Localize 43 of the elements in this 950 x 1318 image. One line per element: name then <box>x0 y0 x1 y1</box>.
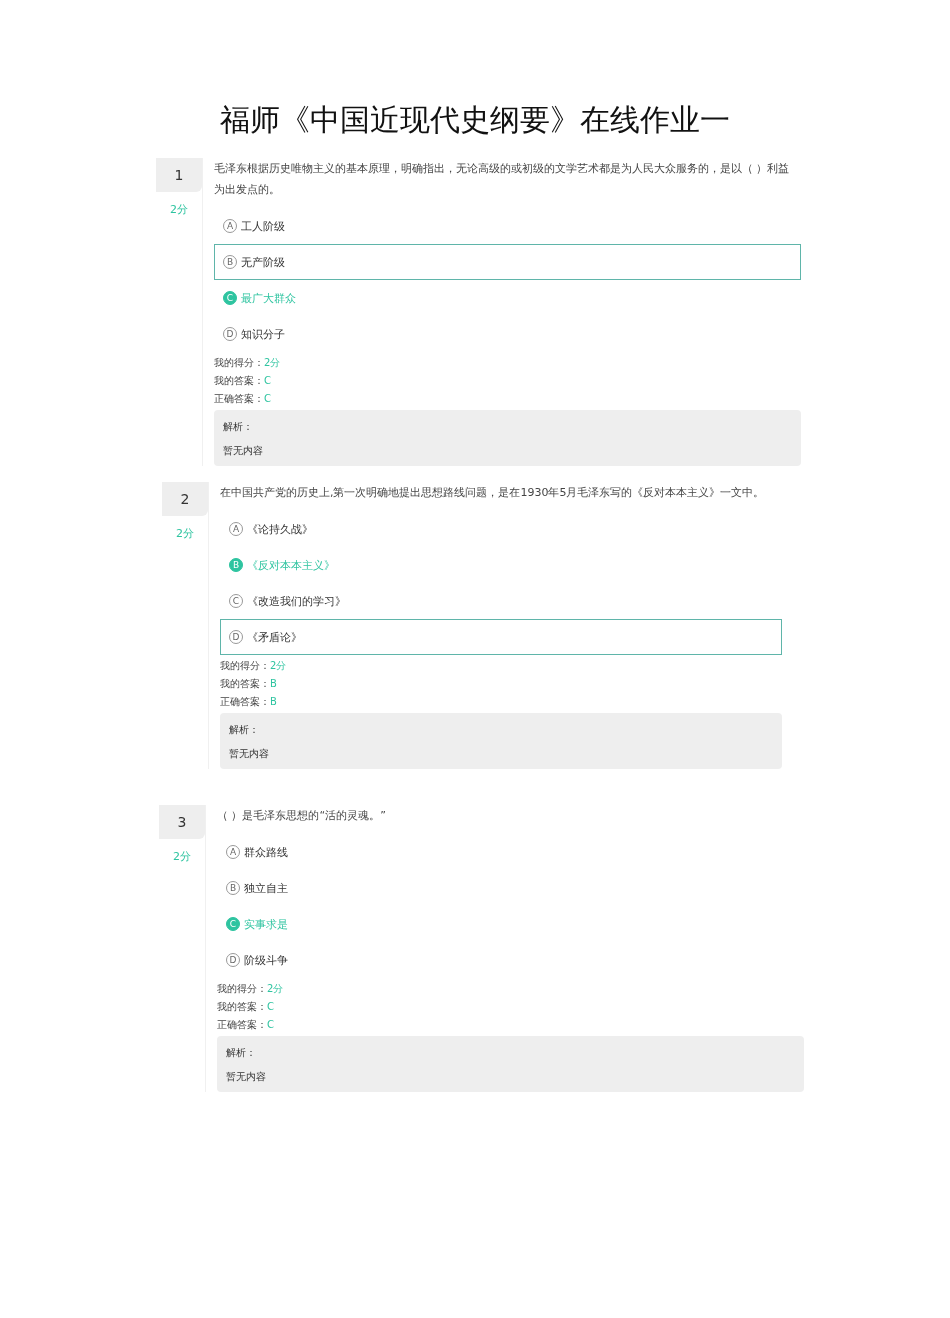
result-label: 我的答案： <box>217 1001 267 1012</box>
question-number: 3 <box>159 805 205 839</box>
result-value: C <box>264 375 271 386</box>
question-score: 2分 <box>169 202 189 217</box>
result-value: 2分 <box>267 983 284 994</box>
answer-option[interactable]: A 群众路线 <box>217 834 804 870</box>
result-label: 我的得分： <box>214 357 264 368</box>
analysis-label: 解析： <box>229 723 260 737</box>
result-label: 我的答案： <box>214 375 264 386</box>
result-value: 2分 <box>270 660 287 671</box>
result-value: 2分 <box>264 357 281 368</box>
question-text: 在中国共产党的历史上,第一次明确地提出思想路线问题，是在1930年5月毛泽东写的《反对本本主义》一文中。 <box>220 485 766 501</box>
result-value: C <box>267 1019 274 1030</box>
answer-option[interactable]: D 阶级斗争 <box>217 942 804 978</box>
question-score: 2分 <box>172 849 192 864</box>
result-label: 正确答案： <box>214 393 264 404</box>
analysis-text: 暂无内容 <box>229 747 270 761</box>
question-number: 2 <box>162 482 208 516</box>
result-label: 我的得分： <box>217 983 267 994</box>
question-text: （ ）是毛泽东思想的“活的灵魂。” <box>217 808 387 824</box>
analysis-label: 解析： <box>226 1046 257 1060</box>
result-value: B <box>270 696 277 707</box>
result-value: C <box>267 1001 274 1012</box>
question-number: 1 <box>156 158 202 192</box>
answer-option[interactable]: A 《论持久战》 <box>220 511 782 547</box>
question-score: 2分 <box>175 526 195 541</box>
page-title: 福师《中国近现代史纲要》在线作业一 <box>219 101 731 139</box>
answer-option[interactable]: D 《矛盾论》 <box>220 619 782 655</box>
analysis-text: 暂无内容 <box>226 1070 267 1084</box>
answer-option[interactable]: C 《改造我们的学习》 <box>220 583 782 619</box>
result-label: 正确答案： <box>220 696 270 707</box>
result-value: B <box>270 678 277 689</box>
result-label: 我的得分： <box>220 660 270 671</box>
answer-option[interactable]: A 工人阶级 <box>214 208 801 244</box>
result-value: C <box>264 393 271 404</box>
answer-option[interactable]: B 无产阶级 <box>214 244 801 280</box>
answer-option[interactable]: B 独立自主 <box>217 870 804 906</box>
analysis-label: 解析： <box>223 420 254 434</box>
result-label: 正确答案： <box>217 1019 267 1030</box>
analysis-text: 暂无内容 <box>223 444 264 458</box>
answer-option[interactable]: D 知识分子 <box>214 316 801 352</box>
question-text: 毛泽东根据历史唯物主义的基本原理，明确指出，无论高级的或初级的文学艺术都是为人民大众服务的，是以（ ）利益为出发点的。 <box>214 161 791 198</box>
result-label: 我的答案： <box>220 678 270 689</box>
